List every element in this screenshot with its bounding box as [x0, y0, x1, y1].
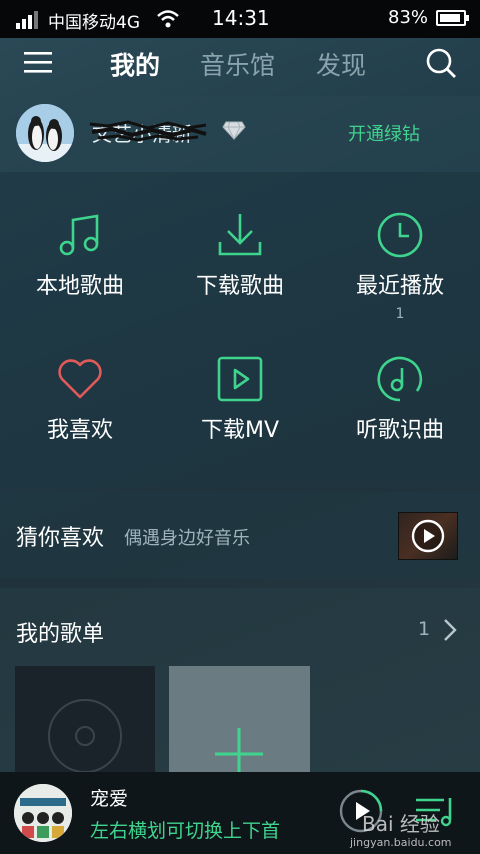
swipe-hint: 左右横划可切换上下首	[90, 820, 281, 842]
status-bar: 中国移动4G 14:31 83%	[0, 0, 480, 38]
chevron-right-icon[interactable]	[442, 618, 458, 642]
album-art-image	[14, 784, 72, 842]
grid-label: 下载MV	[200, 418, 280, 443]
baidu-watermark: Bai 经验	[362, 812, 440, 836]
penguin-image	[16, 104, 74, 162]
grid-item-downloaded-mv[interactable]: 下载MV	[160, 354, 320, 444]
battery-icon	[436, 10, 469, 26]
grid-item-song-recognition[interactable]: 听歌识曲	[320, 354, 480, 444]
battery-percent: 83%	[388, 7, 429, 28]
create-playlist-card[interactable]	[169, 666, 310, 778]
menu-icon[interactable]	[24, 50, 52, 74]
baidu-watermark-url: jingyan.baidu.com	[350, 836, 452, 849]
avatar[interactable]	[16, 104, 74, 162]
wifi-icon	[157, 10, 179, 28]
profile-row[interactable]: 文艺小清新 开通绿钻	[0, 96, 480, 172]
download-icon	[218, 214, 262, 256]
album-thumbnail[interactable]	[398, 512, 458, 560]
play-box-icon	[217, 356, 263, 402]
diamond-icon	[222, 121, 246, 140]
music-recognition-icon	[377, 356, 423, 402]
clock-icon	[377, 212, 423, 258]
signal-bar	[34, 11, 38, 29]
search-icon[interactable]	[424, 46, 458, 80]
grid-label: 下载歌曲	[195, 274, 284, 299]
top-nav: 我的 音乐馆 发现	[0, 38, 480, 94]
heart-icon	[58, 359, 102, 399]
guess-subtitle: 偶遇身边好音乐	[124, 528, 250, 549]
playlists-count: 1	[418, 618, 431, 640]
grid-item-recently-played[interactable]: 最近播放 1	[320, 210, 480, 322]
grid-label: 我喜欢	[46, 418, 113, 443]
song-title: 宠爱	[90, 788, 129, 810]
carrier-label: 中国移动4G	[48, 13, 140, 33]
music-note-icon	[59, 214, 99, 256]
guess-title: 猜你喜欢	[16, 526, 105, 551]
disc-icon	[48, 699, 122, 773]
play-circle-icon	[411, 519, 445, 553]
grid-label: 最近播放	[355, 274, 444, 299]
recent-count: 1	[395, 306, 405, 322]
guess-you-like-row[interactable]: 猜你喜欢 偶遇身边好音乐	[0, 492, 480, 578]
redaction-scribble	[89, 120, 207, 142]
grid-item-favorites[interactable]: 我喜欢	[0, 354, 160, 444]
signal-bar	[28, 15, 32, 29]
clock-time: 14:31	[212, 6, 270, 30]
open-green-diamond-button[interactable]: 开通绿钻	[348, 120, 420, 146]
tab-discover[interactable]: 发现	[316, 46, 366, 82]
tab-music-hall[interactable]: 音乐馆	[200, 46, 275, 82]
feature-grid: 本地歌曲 下载歌曲 最近播放 1 我喜欢 下载MV 听歌识曲	[0, 172, 480, 487]
now-playing-album-art[interactable]	[14, 784, 72, 842]
plus-icon	[215, 728, 263, 778]
my-playlists-section: 我的歌单 1	[0, 588, 480, 778]
grid-item-local-songs[interactable]: 本地歌曲	[0, 210, 160, 300]
tab-mine[interactable]: 我的	[110, 46, 160, 82]
grid-label: 听歌识曲	[355, 418, 444, 443]
grid-label: 本地歌曲	[35, 274, 124, 299]
grid-item-downloaded-songs[interactable]: 下载歌曲	[160, 210, 320, 300]
signal-bar	[22, 19, 26, 29]
playlists-title: 我的歌单	[16, 622, 105, 647]
signal-bar	[16, 23, 20, 29]
playlist-card[interactable]	[15, 666, 155, 778]
